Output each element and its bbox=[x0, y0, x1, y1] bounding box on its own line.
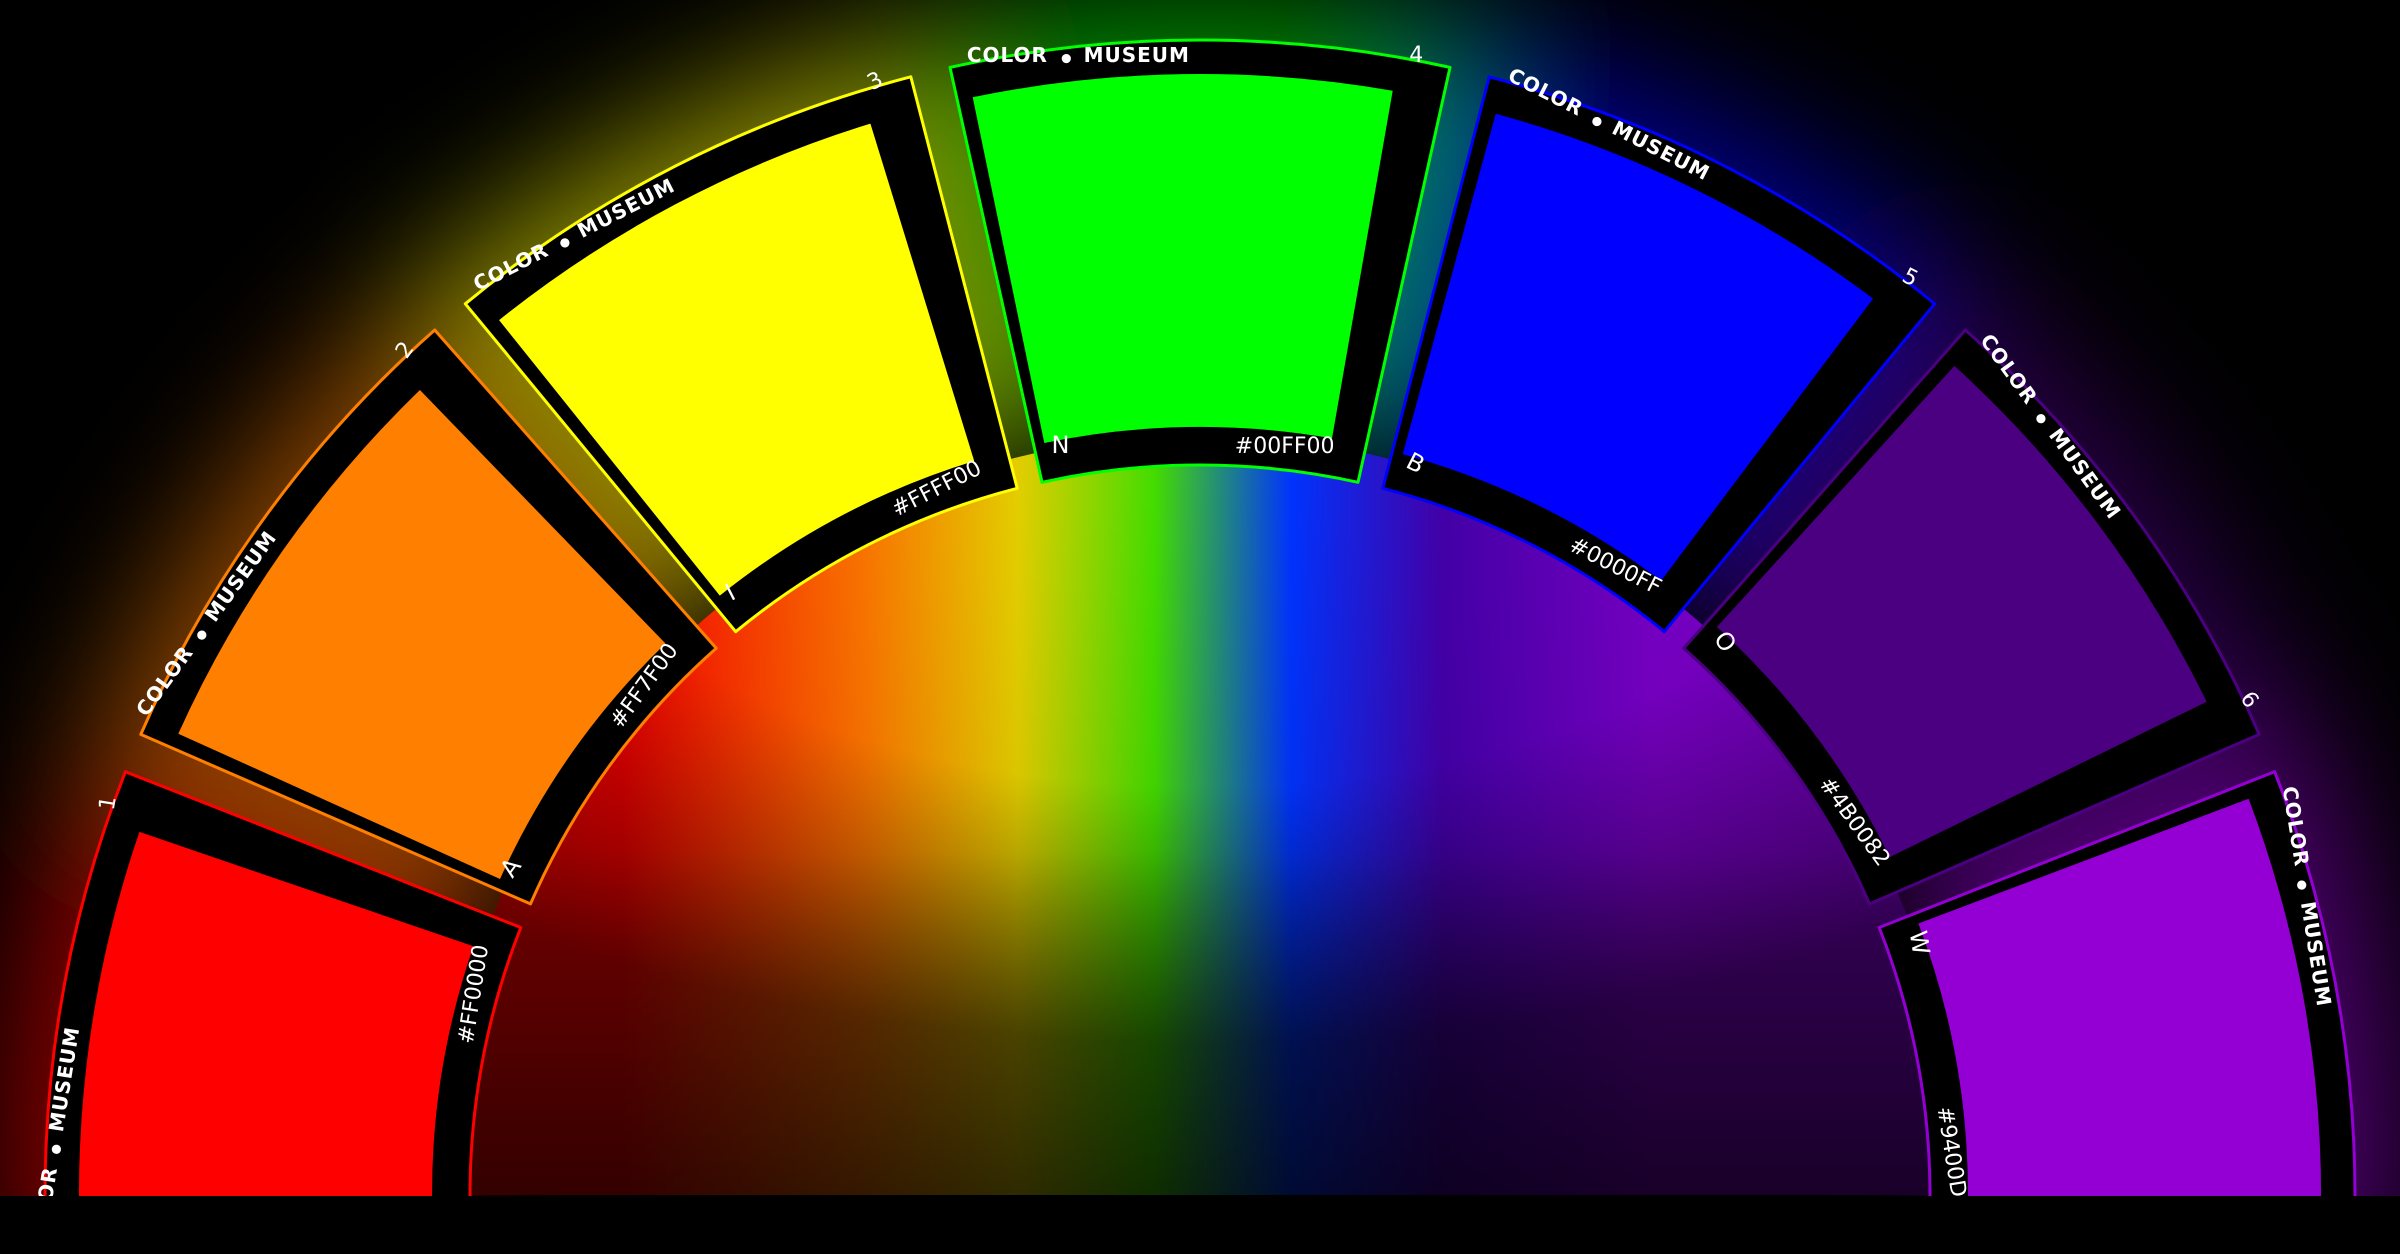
card-letter: W bbox=[1904, 929, 1935, 957]
bottom-bar bbox=[0, 1196, 2400, 1254]
card-number: 4 bbox=[1409, 43, 1423, 68]
card-letter: N bbox=[1052, 431, 1070, 459]
brand-word-museum: MUSEUM bbox=[1076, 43, 1190, 67]
brand-dot: • bbox=[1048, 45, 1076, 75]
rainbow-arch-canvas: COLOR • MUSEUM1R#FF0000COLOR • MUSEUM2A#… bbox=[0, 0, 2400, 1254]
brand-dot: • bbox=[40, 1138, 74, 1170]
color-swatch bbox=[972, 74, 1393, 444]
brand-word-color: COLOR bbox=[967, 43, 1048, 67]
card-hex-code: #00FF00 bbox=[1235, 434, 1335, 459]
